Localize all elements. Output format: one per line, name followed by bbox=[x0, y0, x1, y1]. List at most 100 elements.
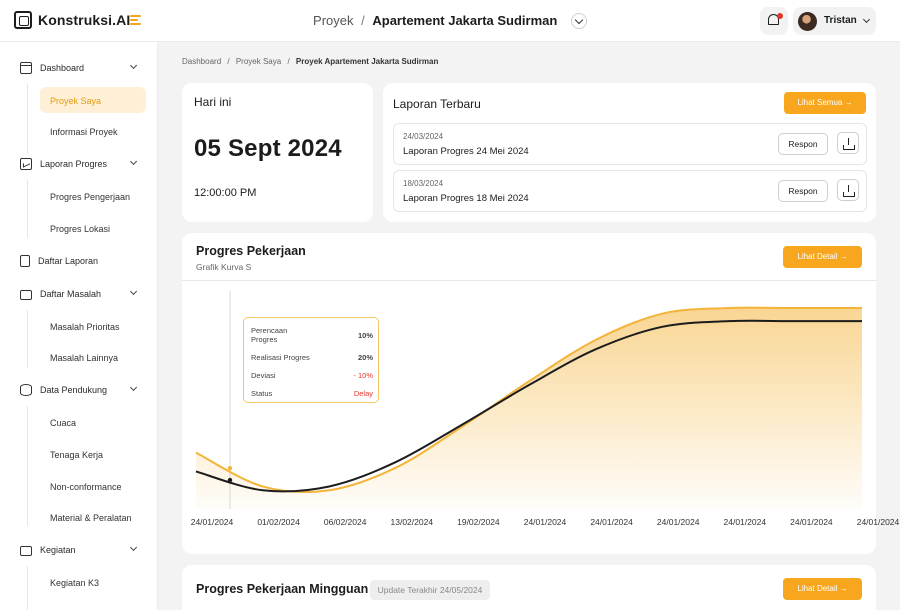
today-time: 12:00:00 PM bbox=[194, 187, 257, 199]
today-title: Hari ini bbox=[194, 95, 232, 109]
sidebar-item-non-conformance[interactable]: Non-conformance bbox=[50, 482, 122, 492]
report-date: 24/03/2024 bbox=[403, 132, 444, 141]
tree-line bbox=[27, 406, 28, 526]
tooltip-dev: Deviasi - 10% bbox=[251, 371, 373, 380]
notification-button[interactable] bbox=[760, 7, 788, 35]
breadcrumb-current: Proyek Apartement Jakarta Sudirman bbox=[295, 57, 439, 66]
tooltip-dev-label: Deviasi bbox=[251, 371, 276, 380]
x-tick-label: 19/02/2024 bbox=[457, 517, 500, 527]
chevron-down-icon bbox=[862, 15, 871, 24]
weekly-title: Progres Pekerjaan Mingguan bbox=[196, 582, 369, 596]
plan-hover-point bbox=[227, 465, 233, 471]
report-row[interactable]: 24/03/2024 Laporan Progres 24 Mei 2024 R… bbox=[393, 123, 867, 165]
x-tick-label: 13/02/2024 bbox=[390, 517, 434, 527]
tooltip-status-value: Delay bbox=[353, 389, 373, 398]
sidebar-item-cuaca[interactable]: Cuaca bbox=[50, 418, 76, 428]
tooltip-plan: Perencaan Progres 10% bbox=[251, 326, 373, 344]
chevron-down-icon bbox=[129, 287, 138, 296]
document-icon bbox=[20, 255, 30, 267]
sidebar-item-masalah-prioritas[interactable]: Masalah Prioritas bbox=[50, 322, 120, 332]
breadcrumb-separator: / bbox=[227, 57, 230, 66]
top-bar: Konstruksi.AI Proyek / Apartement Jakart… bbox=[0, 0, 900, 42]
tooltip-plan-value: 10% bbox=[357, 331, 373, 340]
user-menu[interactable]: Tristan bbox=[793, 7, 876, 35]
respon-button[interactable]: Respon bbox=[778, 133, 828, 155]
sidebar-item-label: Kegiatan bbox=[40, 545, 76, 555]
sidebar-item-kegiatan-k3[interactable]: Kegiatan K3 bbox=[50, 578, 99, 588]
download-icon[interactable] bbox=[837, 179, 859, 201]
sidebar-item-progres-pengerjaan[interactable]: Progres Pengerjaan bbox=[50, 192, 130, 202]
tree-line bbox=[27, 84, 28, 154]
tooltip-status-label: Status bbox=[251, 389, 273, 398]
folder-icon bbox=[20, 290, 32, 300]
x-tick-label: 24/01/2024 bbox=[723, 517, 767, 527]
realization-hover-point bbox=[227, 477, 233, 483]
sidebar-item-progres-lokasi[interactable]: Progres Lokasi bbox=[50, 224, 110, 234]
see-all-button[interactable]: Lihat Semua → bbox=[784, 92, 866, 114]
progress-card: Progres Pekerjaan Grafik Kurva S Lihat D… bbox=[182, 233, 899, 554]
database-icon bbox=[20, 384, 32, 396]
x-tick-label: 24/01/2024 bbox=[523, 517, 567, 527]
report-name: Laporan Progres 24 Mei 2024 bbox=[403, 146, 529, 157]
chevron-down-icon[interactable] bbox=[570, 12, 587, 29]
report-name: Laporan Progres 18 Mei 2024 bbox=[403, 193, 529, 204]
x-tick-label: 24/01/2024 bbox=[590, 517, 633, 527]
breadcrumb-dashboard[interactable]: Dashboard bbox=[182, 57, 221, 66]
sidebar-item-label: Daftar Masalah bbox=[40, 289, 102, 299]
tooltip-real-label: Realisasi Progres bbox=[251, 353, 310, 362]
tooltip-status: Status Delay bbox=[251, 389, 373, 398]
chart-tooltip: Perencaan Progres 10% Realisasi Progres … bbox=[243, 317, 379, 403]
last-updated-badge: Update Terakhir 24/05/2024 bbox=[370, 580, 490, 600]
tooltip-real-value: 20% bbox=[357, 353, 373, 362]
sidebar-item-label: Proyek Saya bbox=[50, 96, 102, 106]
project-name: Apartement Jakarta Sudirman bbox=[372, 13, 558, 28]
sidebar-item-label: Laporan Progres bbox=[40, 159, 108, 169]
chevron-down-icon bbox=[129, 543, 138, 552]
latest-reports-card: Laporan Terbaru Lihat Semua → 24/03/2024… bbox=[383, 83, 876, 222]
sidebar-item-masalah-lainnya[interactable]: Masalah Lainnya bbox=[50, 353, 118, 363]
sidebar-item-informasi-proyek[interactable]: Informasi Proyek bbox=[50, 127, 118, 137]
sidebar-item-laporan-progres[interactable]: Laporan Progres bbox=[20, 156, 138, 172]
tooltip-dev-value: - 10% bbox=[353, 371, 373, 380]
tree-line bbox=[27, 310, 28, 368]
x-tick-label: 06/02/2024 bbox=[323, 517, 367, 527]
sidebar-item-material[interactable]: Material & Peralatan bbox=[50, 513, 132, 523]
sidebar-item-kegiatan[interactable]: Kegiatan bbox=[20, 542, 138, 558]
weekly-progress-card: Progres Pekerjaan Mingguan Lihat Detail … bbox=[182, 565, 876, 610]
latest-reports-title: Laporan Terbaru bbox=[393, 97, 481, 111]
x-tick-label: 24/01/2024 bbox=[190, 517, 234, 527]
breadcrumb: Dashboard / Proyek Saya / Proyek Apartem… bbox=[182, 57, 438, 66]
sidebar-item-label: Data Pendukung bbox=[40, 385, 108, 395]
breadcrumb-proyek-saya[interactable]: Proyek Saya bbox=[236, 57, 281, 66]
report-row[interactable]: 18/03/2024 Laporan Progres 18 Mei 2024 R… bbox=[393, 170, 867, 212]
download-icon[interactable] bbox=[837, 132, 859, 154]
x-tick-label: 24/01/2024 bbox=[856, 517, 900, 527]
avatar bbox=[798, 12, 817, 31]
respon-button[interactable]: Respon bbox=[778, 180, 828, 202]
briefcase-icon bbox=[20, 546, 32, 556]
sidebar-item-label: Daftar Laporan bbox=[38, 256, 99, 266]
x-tick-label: 24/01/2024 bbox=[656, 517, 700, 527]
sidebar-item-tenaga-kerja[interactable]: Tenaga Kerja bbox=[50, 450, 103, 460]
calendar-icon bbox=[20, 62, 32, 74]
sidebar-item-daftar-masalah[interactable]: Daftar Masalah bbox=[20, 286, 138, 302]
user-name: Tristan bbox=[824, 15, 857, 26]
sidebar: Dashboard Proyek Saya Informasi Proyek L… bbox=[0, 42, 158, 610]
sidebar-item-daftar-laporan[interactable]: Daftar Laporan bbox=[20, 253, 98, 269]
today-card: Hari ini 05 Sept 2024 12:00:00 PM bbox=[182, 83, 373, 222]
tree-line bbox=[27, 566, 28, 610]
project-prefix: Proyek bbox=[313, 13, 354, 28]
tooltip-plan-label: Perencaan Progres bbox=[251, 326, 288, 344]
separator: / bbox=[361, 13, 365, 28]
sidebar-item-data-pendukung[interactable]: Data Pendukung bbox=[20, 382, 138, 398]
chevron-down-icon bbox=[129, 157, 138, 166]
chevron-down-icon bbox=[129, 61, 138, 70]
today-date: 05 Sept 2024 bbox=[194, 135, 342, 162]
breadcrumb-separator: / bbox=[287, 57, 290, 66]
sidebar-item-dashboard[interactable]: Dashboard bbox=[20, 60, 138, 76]
sidebar-item-label: Dashboard bbox=[40, 63, 85, 73]
report-date: 18/03/2024 bbox=[403, 179, 444, 188]
x-tick-label: 24/01/2024 bbox=[790, 517, 833, 527]
weekly-detail-button[interactable]: Lihat Detail → bbox=[783, 578, 862, 600]
notification-dot bbox=[777, 13, 783, 19]
